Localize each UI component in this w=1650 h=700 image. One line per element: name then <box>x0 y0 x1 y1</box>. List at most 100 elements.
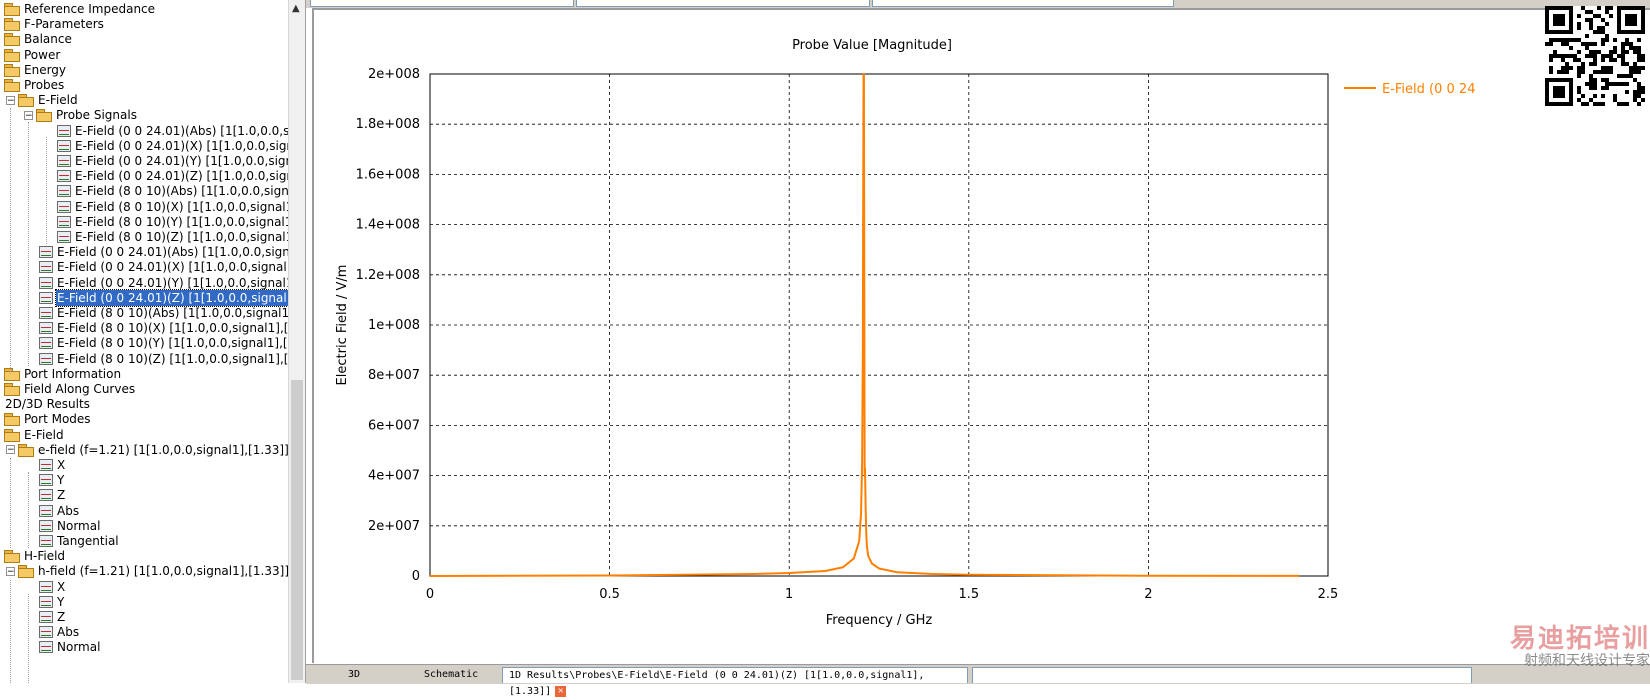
qr-module <box>1641 66 1645 70</box>
qr-module <box>1597 6 1601 10</box>
collapse-icon[interactable]: − <box>24 110 33 120</box>
tree-item[interactable]: − e-field (f=1.21) [1[1.0,0.0,signal1],[1… <box>6 442 290 458</box>
qr-module <box>1549 70 1553 74</box>
tree-item-label: Normal <box>57 518 101 533</box>
signal-curve-icon <box>39 641 53 654</box>
tree-item[interactable]: E-Field (0 0 24.01)(Z) [1[1.0,0.0,signal… <box>39 288 305 307</box>
qr-module <box>1585 46 1589 50</box>
tree-item[interactable]: 2D/3D Results <box>4 396 91 412</box>
tree-item[interactable]: E-Field (8 0 10)(X) [1[1.0,0.0,signal1],… <box>57 199 305 215</box>
qr-module <box>1617 82 1621 86</box>
top-tab-strip <box>306 0 1650 8</box>
qr-module <box>1577 58 1581 62</box>
top-tab-1[interactable] <box>310 0 574 7</box>
tree-item[interactable]: Energy <box>4 62 67 78</box>
qr-module <box>1605 82 1609 86</box>
tab-schematic[interactable]: Schematic <box>418 667 485 683</box>
tree-item[interactable]: E-Field (0 0 24.01)(Abs) [1[1.0,0.0,sign… <box>57 123 305 139</box>
tree-item[interactable]: F-Parameters <box>4 16 105 32</box>
scrollbar-thumb[interactable] <box>291 380 303 680</box>
tree-item[interactable]: Tangential <box>39 533 120 549</box>
tree-item[interactable]: − h-field (f=1.21) [1[1.0,0.0,signal1],[1… <box>6 563 290 579</box>
navigation-tree[interactable]: Reference Impedance F-Parameters Balance Po… <box>0 0 306 683</box>
tree-item[interactable]: Field Along Curves <box>4 381 136 397</box>
tree-item[interactable]: Port Information <box>4 366 122 382</box>
tab-empty[interactable] <box>972 667 1472 683</box>
tree-item[interactable]: E-Field (8 0 10)(X) [1[1.0,0.0,signal1],… <box>39 320 305 336</box>
tree-scrollbar[interactable]: ▲ <box>288 0 305 683</box>
tree-item[interactable]: Port Modes <box>4 411 92 427</box>
qr-module <box>1625 50 1629 54</box>
tree-item-label: Abs <box>57 503 80 518</box>
signal-curve-icon <box>57 200 71 213</box>
folder-icon <box>4 3 20 16</box>
tree-item[interactable]: E-Field (8 0 10)(Abs) [1[1.0,0.0,signal1… <box>57 183 305 199</box>
tree-item[interactable]: Normal <box>39 518 101 534</box>
tree-item[interactable]: Y <box>39 472 65 488</box>
tree-item[interactable]: Y <box>39 594 65 610</box>
tree-item[interactable]: Reference Impedance <box>4 1 156 17</box>
qr-module <box>1597 26 1601 30</box>
qr-module <box>1593 70 1597 74</box>
tree-item-label: E-Field (8 0 10)(Z) [1[1.0,0.0,signal1],… <box>75 230 306 244</box>
signal-curve-icon <box>39 261 53 274</box>
qr-module <box>1605 22 1609 26</box>
signal-curve-icon <box>39 246 53 259</box>
tree-item-label: E-Field (8 0 10)(Y) [1[1.0,0.0,signal1],… <box>75 214 306 229</box>
qr-module <box>1601 86 1605 90</box>
tree-item[interactable]: Abs <box>39 624 80 640</box>
tree-item[interactable]: Probes <box>4 77 65 93</box>
tree-item[interactable]: E-Field (0 0 24.01)(Abs) [1[1.0,0.0,sign… <box>39 244 305 260</box>
collapse-icon[interactable]: − <box>6 566 15 576</box>
scroll-up-icon[interactable]: ▲ <box>292 3 300 14</box>
signal-curve-icon <box>39 535 53 547</box>
tree-item[interactable]: E-Field (8 0 10)(Z) [1[1.0,0.0,signal1],… <box>39 351 305 367</box>
top-tab-2[interactable] <box>576 0 870 7</box>
signal-curve-icon <box>39 626 53 639</box>
tree-item-label: Z <box>57 610 66 624</box>
tree-item-label: E-Field (0 0 24.01)(X) [1[1.0,0.0,signal… <box>75 138 306 153</box>
qr-module <box>1617 102 1621 106</box>
tree-connector <box>10 458 11 548</box>
tree-item[interactable]: E-Field (8 0 10)(Z) [1[1.0,0.0,signal1],… <box>57 229 306 245</box>
tree-item[interactable]: E-Field (0 0 24.01)(X) [1[1.0,0.0,signal… <box>57 138 306 154</box>
tree-item[interactable]: − Probe Signals <box>24 107 138 123</box>
tree-item[interactable]: E-Field (0 0 24.01)(Y) [1[1.0,0.0,signal… <box>57 153 305 169</box>
tree-item[interactable]: E-Field (8 0 10)(Y) [1[1.0,0.0,signal1],… <box>57 214 306 230</box>
tree-item[interactable]: X <box>39 457 66 473</box>
tree-item[interactable]: Z <box>39 609 66 625</box>
qr-module <box>1545 42 1549 46</box>
qr-module <box>1637 102 1641 106</box>
tree-item[interactable]: E-Field (0 0 24.01)(Z) [1[1.0,0.0,signal… <box>57 168 305 184</box>
tree-item[interactable]: E-Field <box>4 427 65 443</box>
tree-item[interactable]: H-Field <box>4 548 66 564</box>
tree-item-label: E-Field (0 0 24.01)(Z) [1[1.0,0.0,signal… <box>54 288 305 307</box>
top-tab-3[interactable] <box>872 0 1174 7</box>
qr-module <box>1581 6 1585 10</box>
tab-1d-results[interactable]: 1D Results\Probes\E-Field\E-Field (0 0 2… <box>502 667 968 697</box>
qr-module <box>1633 62 1637 66</box>
tree-item[interactable]: E-Field (8 0 10)(Abs) [1[1.0,0.0,signal1… <box>39 305 305 321</box>
y-tick-labels: 0 2e+007 4e+007 6e+007 8e+007 1e+008 1.2e+008 1… <box>356 67 420 584</box>
tree-item[interactable]: Balance <box>4 31 73 47</box>
grid-lines <box>430 74 1328 576</box>
tab-3d[interactable]: 3D <box>342 667 367 683</box>
tree-item[interactable]: Z <box>39 487 66 503</box>
tree-item[interactable]: Power <box>4 47 61 63</box>
qr-module <box>1613 50 1617 54</box>
chart-legend[interactable]: E-Field (0 0 24 <box>1344 82 1475 97</box>
tree-item[interactable]: Abs <box>39 503 80 519</box>
tree-item[interactable]: − E-Field <box>6 92 79 108</box>
probe-value-chart[interactable]: Probe Value [Magnitude] 0 2e+007 4e+007 6e+… <box>314 10 1650 663</box>
signal-curve-icon <box>57 185 71 198</box>
tree-item[interactable]: E-Field (0 0 24.01)(X) [1[1.0,0.0,signal… <box>39 259 305 275</box>
tree-item[interactable]: E-Field (0 0 24.01)(Y) [1[1.0,0.0,signal… <box>39 275 305 291</box>
qr-module <box>1641 58 1645 62</box>
tree-item[interactable]: Normal <box>39 639 101 655</box>
tree-item[interactable]: E-Field (8 0 10)(Y) [1[1.0,0.0,signal1],… <box>39 335 305 351</box>
close-icon[interactable]: ✕ <box>555 685 567 697</box>
collapse-icon[interactable]: − <box>6 445 15 455</box>
collapse-icon[interactable]: − <box>6 95 15 105</box>
y-tick-label: 1.6e+008 <box>356 167 420 182</box>
tree-item[interactable]: X <box>39 579 66 595</box>
